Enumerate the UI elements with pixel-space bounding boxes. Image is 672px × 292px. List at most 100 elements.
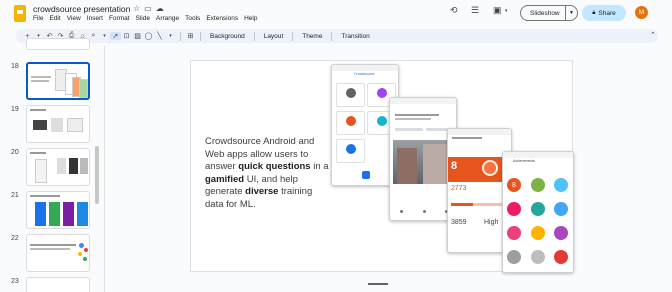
badge-icon (554, 202, 568, 216)
star-icon[interactable]: ☆ (133, 4, 140, 13)
slide-thumbnail[interactable] (26, 277, 90, 292)
slideshow-label: Slideshow (530, 9, 560, 17)
lock-icon: 🔒︎ (592, 9, 596, 16)
menu-extensions[interactable]: Extensions (206, 15, 238, 22)
status-bar (332, 65, 398, 71)
select-icon[interactable]: ➚ (110, 32, 121, 40)
menu-view[interactable]: View (67, 15, 81, 22)
menu-tools[interactable]: Tools (185, 15, 200, 22)
toolbar: + ▾ ↶ ↷ ⎙ ⌂ ⌕ ▾ ➚ ⊡ ▨ ◯ ╲ ▾ ⊞ Background… (16, 29, 658, 43)
layout-button[interactable]: Layout (259, 33, 289, 40)
toolbar-divider (331, 31, 333, 41)
badge-icon (531, 202, 545, 216)
contributions-value: 3859 (451, 219, 467, 226)
level-value: 8 (451, 160, 458, 172)
badge-icon (554, 250, 568, 264)
app-header: crowdsource presentation ☆ ▭ ☁ File Edit… (0, 0, 672, 28)
badge-icon (531, 226, 545, 240)
slide-thumbnail[interactable] (26, 148, 90, 186)
slide-number: 19 (11, 106, 19, 113)
slide-number: 22 (11, 235, 19, 242)
badge-icon (507, 250, 521, 264)
image-icon[interactable]: ▨ (132, 32, 143, 40)
badge-icon (531, 178, 545, 192)
background-button[interactable]: Background (205, 33, 250, 40)
menu-slide[interactable]: Slide (136, 15, 150, 22)
slide-thumbnail[interactable] (26, 191, 90, 229)
question-photo (393, 140, 455, 184)
version-history-icon[interactable]: ⟲ (450, 5, 458, 16)
slide-canvas[interactable]: Crowdsource Android and Web apps allow u… (190, 60, 574, 273)
camera-fab-icon (362, 171, 370, 179)
slide-thumbnail[interactable] (26, 105, 90, 143)
badge-icon (507, 202, 521, 216)
slide-number: 23 (11, 278, 19, 285)
share-label: Share (598, 9, 616, 17)
phone-screenshot-achievements: Achievements 8 (502, 151, 574, 273)
transition-button[interactable]: Transition (336, 33, 374, 40)
status-bar (503, 152, 573, 158)
line-dropdown-icon[interactable]: ▾ (165, 33, 176, 39)
menu-bar: File Edit View Insert Format Slide Arran… (33, 15, 257, 22)
menu-insert[interactable]: Insert (87, 15, 103, 22)
filmstrip-scrollbar[interactable] (95, 146, 99, 204)
toolbar-divider (292, 31, 294, 41)
filmstrip-divider (104, 46, 105, 292)
task-tile (336, 83, 365, 107)
share-button[interactable]: 🔒︎ Share (582, 5, 626, 21)
slide-thumbnail-selected[interactable] (26, 62, 90, 100)
badge-icon (554, 178, 568, 192)
level-badge-icon: 8 (507, 178, 521, 192)
menu-file[interactable]: File (33, 15, 43, 22)
level-badge-value: 8 (512, 181, 516, 189)
points-value: 2773 (451, 185, 467, 192)
meet-dropdown-icon[interactable]: ▾ (505, 8, 508, 14)
theme-button[interactable]: Theme (297, 33, 327, 40)
slide-thumbnail[interactable] (26, 38, 90, 50)
slide-number: 20 (11, 149, 19, 156)
phone-app-title: Crowdsource (354, 72, 375, 76)
text-box-icon[interactable]: ⊡ (121, 32, 132, 40)
body-bold-part: gamified (205, 173, 245, 185)
meet-icon[interactable]: ▣ (493, 5, 502, 16)
body-bold-part: diverse (245, 186, 279, 197)
toolbar-divider (200, 31, 201, 41)
document-title[interactable]: crowdsource presentation (33, 4, 130, 14)
menu-help[interactable]: Help (244, 15, 257, 22)
achievements-title: Achievements (513, 159, 535, 163)
level-badge-icon (482, 160, 498, 176)
line-icon[interactable]: ╲ (154, 32, 165, 40)
menu-format[interactable]: Format (109, 15, 130, 22)
avatar[interactable]: M (635, 6, 648, 19)
filmstrip: 18 19 20 21 22 23 (0, 38, 110, 292)
collapse-toolbar-icon[interactable]: ⌃ (650, 31, 656, 39)
quality-value: High (484, 219, 499, 226)
move-folder-icon[interactable]: ▭ (144, 4, 152, 13)
canvas-horizontal-scrollbar[interactable] (368, 283, 388, 285)
slide-thumbnail[interactable] (26, 234, 90, 272)
badge-icon (554, 226, 568, 240)
body-bold-part: quick questions (238, 161, 311, 172)
comment-icon[interactable]: ⊞ (185, 32, 196, 40)
zoom-dropdown-icon[interactable]: ▾ (99, 33, 110, 39)
slides-app: crowdsource presentation ☆ ▭ ☁ File Edit… (0, 0, 672, 292)
task-tile (336, 139, 365, 163)
slide-number: 18 (11, 63, 19, 70)
badge-icon (531, 250, 545, 264)
slides-logo-icon[interactable] (14, 5, 26, 22)
task-tile (336, 111, 365, 135)
badge-icon (507, 226, 521, 240)
shape-icon[interactable]: ◯ (143, 32, 154, 40)
slide-number: 21 (11, 192, 19, 199)
menu-edit[interactable]: Edit (49, 15, 60, 22)
slideshow-dropdown-icon[interactable]: ▼ (566, 10, 574, 16)
body-text-part: in a (310, 161, 329, 172)
slideshow-button[interactable]: Slideshow ▼ (520, 5, 578, 21)
title-actions: ☆ ▭ ☁ (133, 4, 164, 13)
slide-body-text[interactable]: Crowdsource Android and Web apps allow u… (205, 136, 330, 211)
status-bar (390, 98, 456, 104)
toolbar-divider (253, 31, 255, 41)
comments-icon[interactable]: ☰ (471, 5, 479, 16)
menu-arrange[interactable]: Arrange (156, 15, 179, 22)
cloud-status-icon[interactable]: ☁ (156, 4, 164, 13)
